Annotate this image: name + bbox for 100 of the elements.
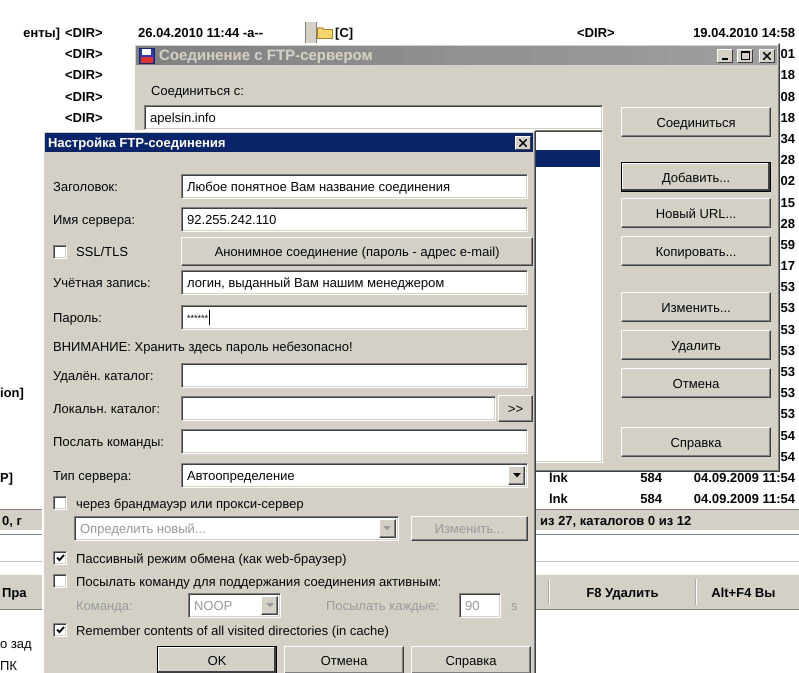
browse-button[interactable]: >>: [498, 395, 533, 422]
function-key-button[interactable]: F8 Удалить: [548, 579, 696, 606]
field-label: Заголовок:: [53, 179, 119, 194]
field-label: Посылать каждые:: [326, 598, 439, 612]
dialog-button[interactable]: OK: [157, 646, 277, 673]
checkbox-label: SSL/TLS: [76, 244, 128, 259]
file-date: 04.09.2009 11:54: [694, 470, 795, 485]
close-icon: [763, 52, 771, 60]
file-time: 53: [780, 342, 795, 358]
checkbox-label: Remember contents of all visited directories (in cache): [76, 622, 389, 638]
server-type-dropdown[interactable]: Автоопределение: [181, 463, 528, 488]
file-time: 01: [780, 46, 795, 62]
dialog-button[interactable]: Добавить...: [621, 162, 771, 192]
background-text: ПК: [0, 658, 17, 673]
file-time: 02: [780, 173, 795, 188]
dialog-button[interactable]: Отмена: [284, 646, 404, 673]
password-field[interactable]: ******: [181, 305, 528, 330]
file-name: ion]: [0, 385, 24, 400]
file-time: 54: [780, 428, 795, 443]
minimize-button[interactable]: [717, 48, 733, 62]
input-field[interactable]: [181, 429, 528, 454]
close-button[interactable]: [515, 136, 531, 150]
warning-text: ВНИМАНИЕ: Хранить здесь пароль небезопасно!: [53, 338, 353, 354]
file-time: 17: [780, 258, 795, 274]
checkbox[interactable]: [53, 244, 67, 258]
field-label: Учётная запись:: [53, 275, 152, 290]
background-text: о зад: [0, 636, 32, 651]
file-time: 28: [780, 216, 795, 231]
file-time: 15: [780, 194, 795, 210]
file-date: 19.04.2010 14:58: [693, 25, 795, 40]
checkbox-label: через брандмауэр или прокси-сервер: [76, 496, 304, 510]
close-button[interactable]: [759, 48, 775, 62]
window-title: Соединение с FTP-сервером: [159, 47, 374, 64]
file-time: 18: [780, 110, 795, 125]
file-size: <DIR>: [65, 67, 103, 82]
file-name: P]: [0, 470, 13, 485]
file-time: 59: [780, 236, 795, 252]
checkbox[interactable]: [53, 551, 67, 565]
file-size: <DIR>: [65, 88, 103, 104]
field-label: Удалён. каталог:: [53, 368, 155, 383]
input-field[interactable]: 92.255.242.110: [181, 207, 528, 232]
file-date: 26.04.2010 11:44 -a--: [138, 25, 264, 40]
file-time: 53: [780, 300, 795, 316]
field-label: Команда:: [76, 598, 134, 612]
file-extension: lnk: [549, 470, 568, 485]
field-label: Локальн. каталог:: [53, 401, 161, 416]
function-key-button[interactable]: Alt+F4 Вы: [695, 579, 799, 606]
dialog-button[interactable]: Копировать...: [621, 236, 771, 266]
file-time: 08: [780, 88, 795, 104]
field-label: Послать команды:: [53, 434, 165, 449]
file-time: 53: [780, 322, 795, 337]
file-size: <DIR>: [577, 25, 615, 40]
field-label: Тип сервера:: [53, 468, 132, 483]
status-text: 0, г: [1, 512, 22, 528]
dialog-button[interactable]: Новый URL...: [621, 198, 771, 228]
input-field[interactable]: логин, выданный Вам нашим менеджером: [181, 270, 528, 295]
input-field[interactable]: [181, 396, 496, 421]
checkbox[interactable]: [53, 623, 67, 637]
unit-label: s: [510, 598, 518, 612]
file-extension: lnk: [549, 491, 568, 506]
dialog-title: Настройка FTP-соединения: [48, 135, 226, 150]
maximize-icon: [740, 51, 750, 60]
checkbox-label: Пассивный режим обмена (как web-браузер): [76, 550, 346, 566]
dialog-button[interactable]: Изменить...: [621, 292, 771, 322]
dialog-button[interactable]: Отмена: [621, 368, 771, 398]
file-time: 54: [780, 448, 795, 464]
dialog-button[interactable]: Удалить: [621, 330, 771, 360]
file-time: 28: [780, 152, 795, 168]
file-time: 53: [780, 406, 795, 422]
maximize-button[interactable]: [737, 48, 753, 62]
input-field[interactable]: [181, 363, 528, 388]
file-time: 18: [780, 67, 795, 82]
dialog-button[interactable]: Справка: [621, 427, 771, 457]
checkbox[interactable]: [53, 574, 67, 588]
checkbox[interactable]: [53, 496, 67, 510]
file-name: енты]: [23, 25, 60, 40]
address-field[interactable]: apelsin.info: [144, 105, 603, 130]
file-size: <DIR>: [65, 110, 103, 125]
file-time: 53: [780, 385, 795, 400]
dialog-button[interactable]: Соединиться: [621, 107, 771, 137]
checkbox-label: Посылать команду для поддержания соединения активным:: [76, 574, 442, 588]
file-size: 584: [640, 491, 662, 506]
file-date: 04.09.2009 11:54: [694, 491, 795, 506]
minimize-icon: [722, 58, 728, 60]
folder-icon: [317, 26, 333, 40]
file-time: 53: [780, 279, 795, 294]
field-label: Пароль:: [53, 310, 103, 325]
anonymous-connection-button[interactable]: Анонимное соединение (пароль - адрес e-mail): [181, 237, 533, 266]
dialog-button[interactable]: Справка: [411, 646, 531, 673]
file-time: 34: [780, 130, 795, 146]
file-name: [C]: [335, 25, 354, 40]
file-size: 584: [640, 470, 662, 485]
field-label: Имя сервера:: [53, 212, 136, 227]
file-time: 53: [780, 364, 795, 380]
connect-to-label: Соединиться с:: [150, 83, 245, 99]
close-icon: [519, 138, 527, 146]
file-size: <DIR>: [65, 25, 103, 40]
input-field[interactable]: Любое понятное Вам название соединения: [181, 174, 528, 199]
file-size: <DIR>: [65, 46, 103, 62]
status-text: из 27, каталогов 0 из 12: [540, 512, 692, 528]
